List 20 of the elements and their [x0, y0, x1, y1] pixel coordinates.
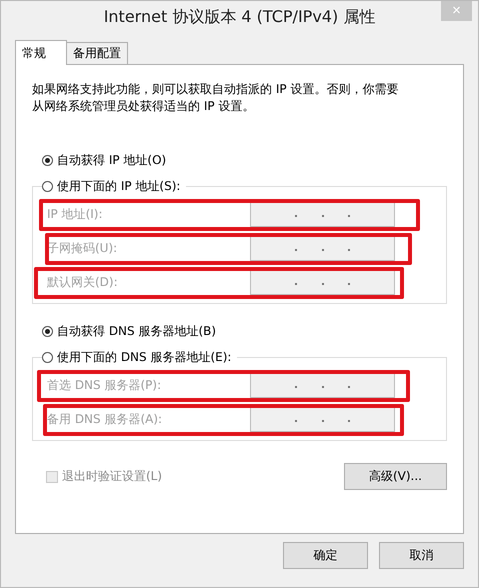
radio-label: 使用下面的 IP 地址(S): — [57, 178, 180, 194]
ok-button[interactable]: 确定 — [283, 542, 368, 569]
radio-button[interactable] — [42, 326, 53, 336]
cancel-button[interactable]: 取消 — [379, 542, 464, 569]
radio-label: 使用下面的 DNS 服务器地址(E): — [57, 348, 232, 366]
radio-label: 自动获得 IP 地址(O) — [57, 152, 166, 168]
checkbox-label: 退出时验证设置(L) — [62, 468, 162, 485]
radio-label: 自动获得 DNS 服务器地址(B) — [57, 322, 216, 340]
radio-button[interactable] — [42, 352, 53, 362]
description-text: 如果网络支持此功能，则可以获取自动指派的 IP 设置。否则，你需要从网络系统管理员处获得适当的 IP 设置。 — [32, 81, 400, 115]
field-label: 首选 DNS 服务器(P): — [47, 376, 162, 394]
window-title: Internet 协议版本 4 (TCP/IPv4) 属性 — [104, 7, 376, 28]
field-label: IP 地址(I): — [47, 206, 103, 222]
advanced-button[interactable]: 高级(V)... — [344, 463, 447, 490]
field-label: 备用 DNS 服务器(A): — [47, 410, 162, 428]
radio-button[interactable] — [42, 154, 53, 166]
tab[interactable]: 常规 — [15, 40, 67, 65]
tab[interactable]: 备用配置 — [66, 42, 128, 64]
field-label: 默认网关(D): — [47, 274, 118, 290]
radio-button[interactable] — [42, 180, 53, 192]
